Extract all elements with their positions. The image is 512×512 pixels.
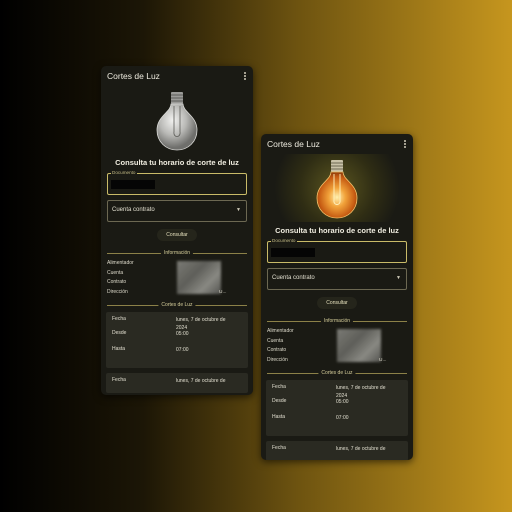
fecha-label: Fecha xyxy=(112,316,126,322)
document-field[interactable]: Documento xyxy=(267,238,407,263)
more-vert-icon[interactable] xyxy=(244,72,246,81)
bulb-image-area xyxy=(101,86,253,154)
contract-select[interactable]: Cuenta contrato ▼ xyxy=(107,200,247,222)
address-tail: U... xyxy=(379,358,387,363)
fecha-value-next: lunes, 7 de octubre de xyxy=(336,446,386,452)
info-values-blurred xyxy=(177,261,221,294)
hasta-label: Hasta xyxy=(272,414,286,420)
info-divider: Información xyxy=(267,318,407,324)
light-bulb-on-icon xyxy=(316,160,358,219)
fecha-label: Fecha xyxy=(112,377,126,383)
desde-value: 05:00 xyxy=(336,399,349,405)
document-field[interactable]: Documento xyxy=(107,170,247,195)
light-bulb-off-icon xyxy=(156,92,198,151)
cortes-section-label: Cortes de Luz xyxy=(158,302,196,308)
fecha-label: Fecha xyxy=(272,384,286,390)
cortes-section-label: Cortes de Luz xyxy=(318,370,356,376)
page-heading: Consulta tu horario de corte de luz xyxy=(115,158,239,167)
info-section-label: Información xyxy=(160,250,194,256)
info-block: Alimentador Cuenta Contrato Dirección U.… xyxy=(267,328,407,368)
desde-label: Desde xyxy=(272,398,287,404)
info-divider: Información xyxy=(107,250,247,256)
fecha-value-next: lunes, 7 de octubre de xyxy=(176,378,226,384)
chevron-down-icon: ▼ xyxy=(396,275,401,281)
desde-value: 05:00 xyxy=(176,331,189,337)
page-heading: Consulta tu horario de corte de luz xyxy=(275,226,399,235)
document-field-label: Documento xyxy=(111,170,137,175)
consultar-button[interactable]: Consultar xyxy=(317,297,357,309)
document-field-label: Documento xyxy=(271,238,297,243)
bulb-image-area xyxy=(261,154,413,222)
hasta-label: Hasta xyxy=(112,346,126,352)
info-values-blurred xyxy=(337,329,381,362)
cortes-divider: Cortes de Luz xyxy=(267,370,407,376)
document-value-redacted xyxy=(271,248,315,257)
outage-card: Fecha lunes, 7 de octubre de 2024 Desde … xyxy=(106,312,248,368)
more-vert-icon[interactable] xyxy=(404,140,406,149)
fecha-label: Fecha xyxy=(272,445,286,451)
desde-label: Desde xyxy=(112,330,127,336)
app-title: Cortes de Luz xyxy=(107,71,160,81)
contract-select-value: Cuenta contrato xyxy=(112,207,155,213)
hasta-value: 07:00 xyxy=(336,415,349,421)
phone-screen-left: Cortes de Luz Consulta tu horario de cor… xyxy=(101,66,253,395)
cortes-divider: Cortes de Luz xyxy=(107,302,247,308)
outage-card: Fecha lunes, 7 de octubre de 2024 Desde … xyxy=(266,380,408,436)
app-bar: Cortes de Luz xyxy=(261,134,413,154)
address-tail: U... xyxy=(219,290,227,295)
app-bar: Cortes de Luz xyxy=(101,66,253,86)
contract-select[interactable]: Cuenta contrato ▼ xyxy=(267,268,407,290)
contract-select-value: Cuenta contrato xyxy=(272,275,315,281)
consultar-button[interactable]: Consultar xyxy=(157,229,197,241)
hasta-value: 07:00 xyxy=(176,347,189,353)
info-block: Alimentador Cuenta Contrato Dirección U.… xyxy=(107,260,247,300)
outage-card-next: Fecha lunes, 7 de octubre de xyxy=(266,441,408,460)
outage-card-next: Fecha lunes, 7 de octubre de xyxy=(106,373,248,393)
app-title: Cortes de Luz xyxy=(267,139,320,149)
document-value-redacted xyxy=(111,180,155,189)
chevron-down-icon: ▼ xyxy=(236,207,241,213)
phone-screen-right: Cortes de Luz Consulta tu horario de cor… xyxy=(261,134,413,460)
info-section-label: Información xyxy=(320,318,354,324)
